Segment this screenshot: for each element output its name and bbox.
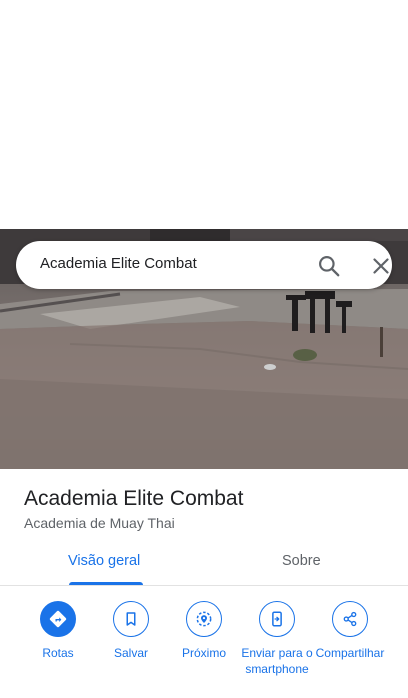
save-label: Salvar (113, 646, 148, 660)
directions-button[interactable]: Rotas (21, 601, 95, 661)
send-to-phone-icon (259, 601, 295, 637)
send-to-phone-button[interactable]: Enviar para o smartphone (240, 601, 314, 677)
share-icon (332, 601, 368, 637)
place-category[interactable]: Academia de Muay Thai (24, 515, 175, 531)
save-button[interactable]: Salvar (94, 601, 168, 661)
search-icon[interactable] (316, 253, 342, 279)
share-button[interactable]: Compartilhar (313, 601, 387, 661)
nearby-icon (186, 601, 222, 637)
share-label: Compartilhar (315, 646, 385, 660)
close-icon[interactable] (368, 253, 394, 279)
nearby-label: Próximo (181, 646, 226, 660)
directions-label: Rotas (42, 646, 74, 660)
tab-divider (0, 585, 408, 586)
tab-overview[interactable]: Visão geral (68, 553, 144, 585)
map-area[interactable] (0, 0, 408, 229)
tab-about[interactable]: Sobre (282, 553, 324, 585)
nearby-button[interactable]: Próximo (167, 601, 241, 661)
bookmark-icon (113, 601, 149, 637)
directions-icon (40, 601, 76, 637)
send-to-phone-label: Enviar para o smartphone (241, 646, 313, 676)
search-bar[interactable]: Academia Elite Combat (16, 241, 392, 289)
place-title: Academia Elite Combat (24, 487, 244, 510)
search-input[interactable]: Academia Elite Combat (40, 255, 197, 272)
